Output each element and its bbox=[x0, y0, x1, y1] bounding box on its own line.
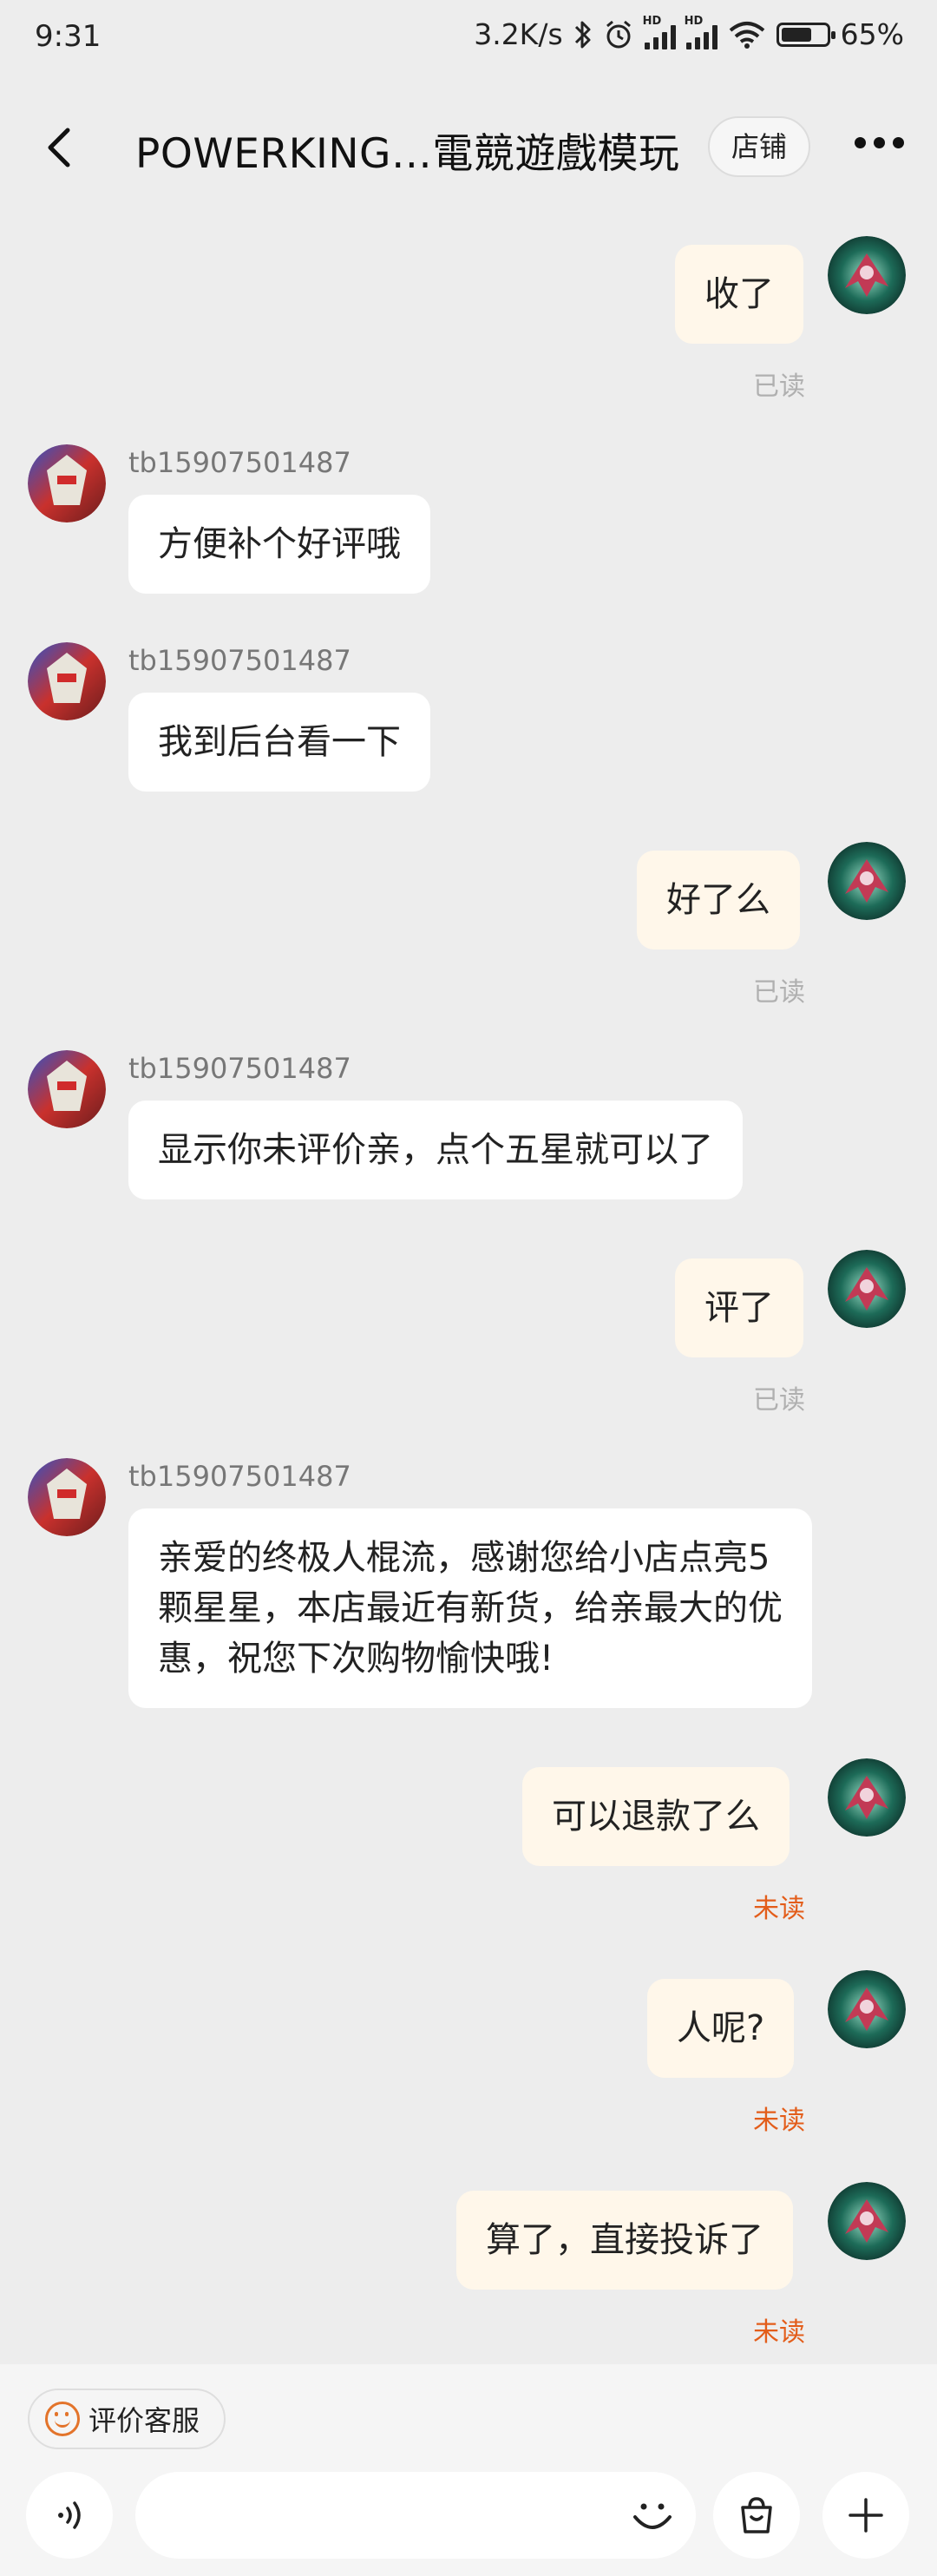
bluetooth-icon bbox=[574, 21, 591, 48]
wifi-icon bbox=[729, 21, 764, 49]
status-icons: 3.2K/s HD HD 65% bbox=[474, 15, 904, 52]
input-toolbar: 评价客服 bbox=[0, 2364, 937, 2576]
chat-header: POWERKING…電競遊戲模玩 店铺 bbox=[0, 87, 937, 208]
voice-button[interactable] bbox=[26, 2472, 113, 2559]
read-status: 已读 bbox=[753, 977, 805, 1008]
order-button[interactable] bbox=[713, 2472, 800, 2559]
status-bar: 9:31 3.2K/s HD HD 65% bbox=[0, 0, 937, 78]
message-bubble[interactable]: 人呢? bbox=[647, 1979, 795, 2078]
add-button[interactable] bbox=[822, 2472, 909, 2559]
read-status: 已读 bbox=[753, 371, 805, 402]
message-bubble[interactable]: 方便补个好评哦 bbox=[128, 495, 430, 594]
message-input[interactable] bbox=[135, 2472, 586, 2559]
smiley-icon bbox=[45, 2402, 80, 2436]
rate-service-button[interactable]: 评价客服 bbox=[28, 2389, 226, 2449]
emoji-icon[interactable] bbox=[626, 2489, 678, 2541]
signal-icon-1: HD bbox=[643, 15, 676, 49]
signal-icon-2: HD bbox=[685, 15, 717, 49]
shopping-bag-icon bbox=[741, 2497, 772, 2533]
unread-status: 未读 bbox=[753, 2106, 805, 2136]
back-arrow-icon[interactable] bbox=[35, 122, 87, 174]
read-status: 已读 bbox=[753, 1385, 805, 1416]
battery-percent: 65% bbox=[840, 17, 904, 51]
alarm-icon bbox=[606, 20, 631, 48]
my-avatar[interactable] bbox=[828, 1970, 906, 2048]
message-bubble[interactable]: 显示你未评价亲，点个五星就可以了 bbox=[128, 1101, 743, 1199]
message-input-container bbox=[135, 2472, 696, 2559]
contact-avatar[interactable] bbox=[28, 1050, 106, 1128]
sender-name: tb15907501487 bbox=[128, 1460, 351, 1493]
my-avatar[interactable] bbox=[828, 1250, 906, 1328]
battery-icon bbox=[776, 22, 835, 47]
message-bubble[interactable]: 评了 bbox=[675, 1258, 803, 1357]
contact-avatar[interactable] bbox=[28, 444, 106, 522]
chat-title: POWERKING…電競遊戲模玩 bbox=[135, 130, 680, 178]
contact-avatar[interactable] bbox=[28, 642, 106, 720]
my-avatar[interactable] bbox=[828, 236, 906, 314]
status-time: 9:31 bbox=[35, 19, 102, 54]
plus-icon bbox=[849, 2498, 883, 2533]
message-bubble[interactable]: 好了么 bbox=[637, 851, 800, 950]
network-speed: 3.2K/s bbox=[474, 17, 563, 51]
sender-name: tb15907501487 bbox=[128, 1052, 351, 1085]
unread-status: 未读 bbox=[753, 1894, 805, 1924]
message-bubble[interactable]: 算了，直接投诉了 bbox=[456, 2191, 793, 2290]
my-avatar[interactable] bbox=[828, 1758, 906, 1837]
store-button[interactable]: 店铺 bbox=[708, 116, 810, 177]
my-avatar[interactable] bbox=[828, 842, 906, 920]
message-bubble[interactable]: 可以退款了么 bbox=[522, 1767, 790, 1866]
rate-service-label: 评价客服 bbox=[88, 2404, 200, 2437]
unread-status: 未读 bbox=[753, 2317, 805, 2348]
more-options-icon[interactable] bbox=[855, 137, 904, 148]
message-bubble[interactable]: 亲爱的终极人棍流，感谢您给小店点亮5颗星星，本店最近有新货，给亲最大的优惠，祝您… bbox=[128, 1508, 812, 1708]
my-avatar[interactable] bbox=[828, 2182, 906, 2260]
sender-name: tb15907501487 bbox=[128, 446, 351, 479]
voice-icon bbox=[58, 2501, 81, 2529]
message-bubble[interactable]: 我到后台看一下 bbox=[128, 693, 430, 792]
contact-avatar[interactable] bbox=[28, 1458, 106, 1536]
message-bubble[interactable]: 收了 bbox=[675, 245, 803, 344]
sender-name: tb15907501487 bbox=[128, 644, 351, 677]
